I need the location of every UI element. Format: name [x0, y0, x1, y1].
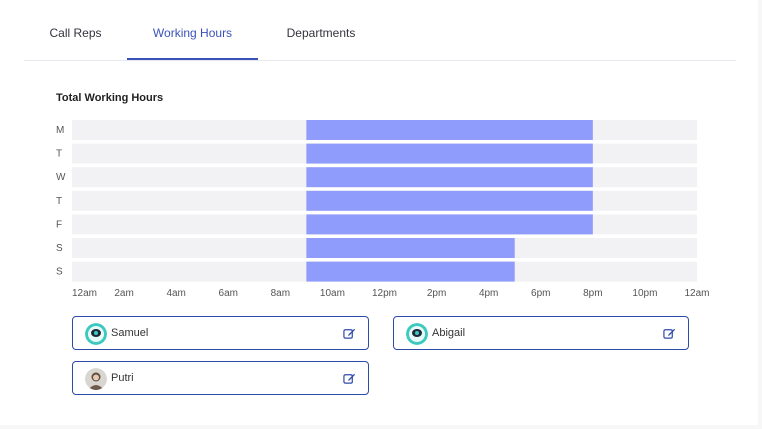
teal-avatar-icon	[406, 323, 428, 345]
working-hours-bar[interactable]	[306, 238, 515, 258]
day-label: T	[56, 149, 62, 160]
day-label: S	[56, 243, 63, 254]
working-hours-bar[interactable]	[306, 120, 593, 140]
x-tick-label: 8pm	[583, 288, 602, 299]
working-hours-bar[interactable]	[306, 167, 593, 188]
working-hours-bar[interactable]	[306, 190, 593, 211]
x-tick-label: 6am	[219, 288, 238, 299]
day-label: F	[56, 219, 62, 230]
working-hours-bar[interactable]	[306, 214, 593, 235]
x-tick-label: 12pm	[372, 288, 397, 299]
rep-card-samuel[interactable]: Samuel	[72, 316, 369, 350]
working-hours-chart: M T W T F S S 12am 2am 4am 6am 8am 10am 12pm 2pm 4pm 6pm…	[56, 120, 710, 299]
rep-name: Samuel	[111, 327, 149, 339]
edit-icon[interactable]	[663, 327, 676, 340]
day-label: S	[56, 267, 63, 278]
edit-icon[interactable]	[343, 372, 356, 385]
working-hours-card: Call Reps Working Hours Departments Tota…	[0, 0, 758, 425]
x-tick-label: 12am	[72, 288, 97, 299]
rep-card-abigail[interactable]: Abigail	[393, 316, 689, 350]
x-tick-label: 12am	[684, 288, 709, 299]
working-hours-bar[interactable]	[306, 143, 593, 164]
working-hours-bar[interactable]	[306, 261, 515, 282]
teal-avatar-icon	[85, 323, 107, 345]
x-tick-label: 6pm	[531, 288, 550, 299]
x-tick-label: 2am	[114, 288, 133, 299]
x-tick-label: 4pm	[479, 288, 498, 299]
x-tick-label: 8am	[271, 288, 290, 299]
rep-card-putri[interactable]: Putri	[72, 361, 369, 395]
rep-name: Putri	[111, 372, 134, 384]
edit-icon[interactable]	[343, 327, 356, 340]
day-label: W	[56, 172, 66, 183]
x-tick-label: 10pm	[632, 288, 657, 299]
photo-avatar-icon	[85, 368, 107, 390]
x-tick-label: 4am	[166, 288, 185, 299]
day-label: M	[56, 125, 64, 136]
day-label: T	[56, 196, 62, 207]
rep-name: Abigail	[432, 327, 466, 339]
x-tick-label: 2pm	[427, 288, 446, 299]
x-tick-label: 10am	[320, 288, 345, 299]
